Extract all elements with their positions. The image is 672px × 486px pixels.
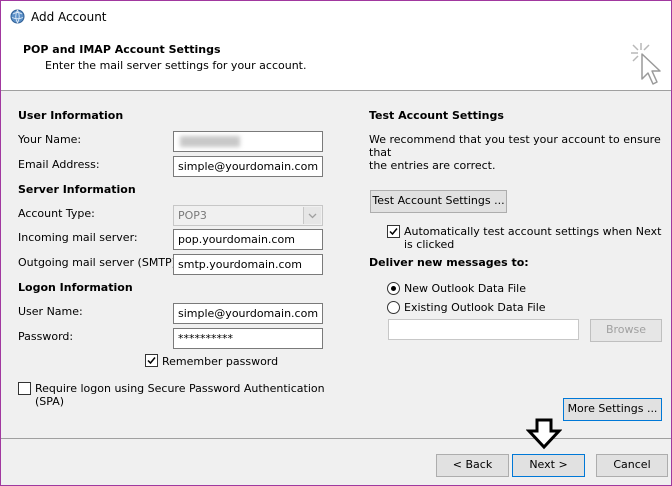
test-settings-heading: Test Account Settings bbox=[369, 109, 504, 122]
title-bar: Add Account bbox=[1, 1, 671, 33]
browse-button[interactable]: Browse bbox=[590, 319, 662, 342]
incoming-server-input[interactable]: pop.yourdomain.com bbox=[173, 229, 323, 250]
test-settings-description: We recommend that you test your account … bbox=[369, 133, 671, 172]
arrow-down-icon bbox=[526, 418, 562, 450]
spa-label[interactable]: Require logon using Secure Password Auth… bbox=[35, 382, 325, 408]
auto-test-checkbox[interactable] bbox=[387, 225, 400, 238]
next-button[interactable]: Next > bbox=[512, 454, 585, 477]
existing-data-file-label[interactable]: Existing Outlook Data File bbox=[404, 301, 546, 314]
account-type-value: POP3 bbox=[178, 209, 207, 222]
user-name-input[interactable]: simple@yourdomain.com bbox=[173, 303, 323, 324]
new-data-file-label[interactable]: New Outlook Data File bbox=[404, 282, 526, 295]
footer-divider bbox=[1, 438, 671, 439]
test-account-settings-button[interactable]: Test Account Settings ... bbox=[370, 190, 507, 213]
password-input[interactable]: ********** bbox=[173, 328, 323, 349]
header-divider bbox=[1, 90, 671, 91]
window-title: Add Account bbox=[31, 10, 107, 24]
auto-test-line1: Automatically test account settings when… bbox=[404, 225, 662, 238]
outlook-globe-icon bbox=[10, 9, 25, 24]
remember-password-checkbox[interactable] bbox=[145, 354, 158, 367]
test-description-line1: We recommend that you test your account … bbox=[369, 133, 661, 159]
your-name-input[interactable] bbox=[173, 131, 323, 152]
auto-test-line2: is clicked bbox=[404, 238, 455, 251]
radio-selected-dot bbox=[391, 286, 396, 291]
password-label: Password: bbox=[18, 330, 74, 343]
add-account-dialog: Add Account POP and IMAP Account Setting… bbox=[0, 0, 672, 486]
account-type-select[interactable]: POP3 bbox=[173, 205, 323, 226]
outgoing-server-input[interactable]: smtp.yourdomain.com bbox=[173, 254, 323, 275]
back-button[interactable]: < Back bbox=[436, 454, 509, 477]
test-description-line2: the entries are correct. bbox=[369, 159, 496, 172]
incoming-server-label: Incoming mail server: bbox=[18, 231, 138, 244]
new-data-file-radio[interactable] bbox=[387, 282, 400, 295]
user-name-label: User Name: bbox=[18, 305, 83, 318]
more-settings-button[interactable]: More Settings ... bbox=[563, 398, 662, 421]
outgoing-server-label: Outgoing mail server (SMTP): bbox=[18, 256, 180, 269]
cancel-button[interactable]: Cancel bbox=[596, 454, 668, 477]
deliver-messages-heading: Deliver new messages to: bbox=[369, 256, 529, 269]
chevron-down-icon bbox=[303, 207, 321, 224]
checkmark-icon bbox=[147, 357, 156, 365]
email-address-input[interactable]: simple@yourdomain.com bbox=[173, 156, 323, 177]
page-title: POP and IMAP Account Settings bbox=[23, 43, 221, 56]
existing-file-path-input[interactable] bbox=[388, 319, 579, 340]
logon-information-heading: Logon Information bbox=[18, 281, 133, 294]
remember-password-label[interactable]: Remember password bbox=[162, 355, 278, 368]
blurred-name-value bbox=[180, 136, 240, 147]
existing-data-file-radio[interactable] bbox=[387, 301, 400, 314]
spa-label-line1: Require logon using Secure Password Auth… bbox=[35, 382, 325, 395]
checkmark-icon bbox=[389, 228, 398, 236]
server-information-heading: Server Information bbox=[18, 183, 136, 196]
your-name-label: Your Name: bbox=[18, 133, 82, 146]
user-information-heading: User Information bbox=[18, 109, 124, 122]
cursor-click-icon bbox=[631, 43, 661, 85]
spa-label-line2: (SPA) bbox=[35, 395, 65, 408]
auto-test-label[interactable]: Automatically test account settings when… bbox=[404, 225, 661, 251]
account-type-label: Account Type: bbox=[18, 207, 95, 220]
page-subtitle: Enter the mail server settings for your … bbox=[45, 59, 307, 72]
email-address-label: Email Address: bbox=[18, 158, 100, 171]
spa-checkbox[interactable] bbox=[18, 382, 31, 395]
wizard-header: POP and IMAP Account Settings Enter the … bbox=[1, 33, 671, 90]
